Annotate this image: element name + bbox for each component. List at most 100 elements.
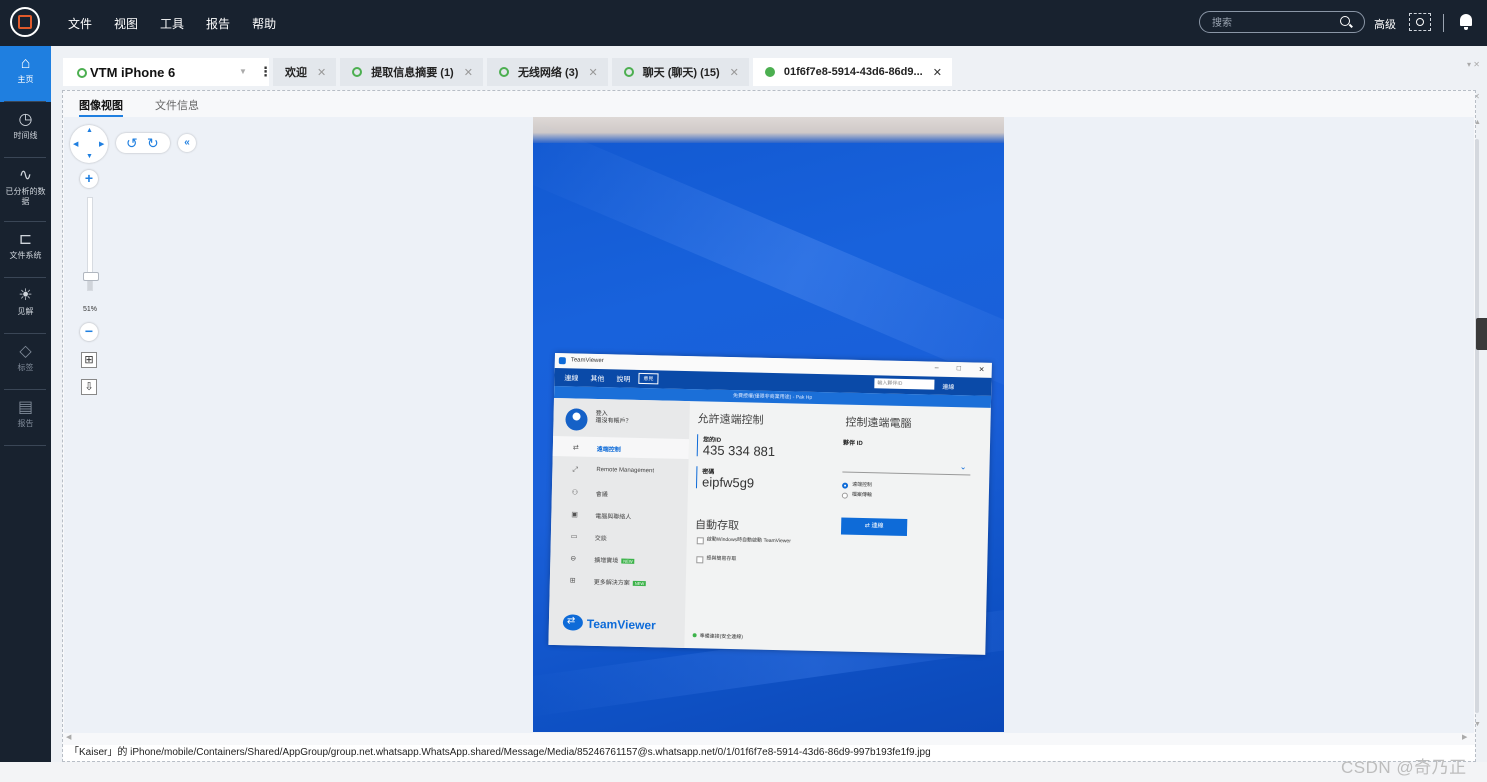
- scroll-right-icon[interactable]: ▶: [1462, 733, 1467, 741]
- vertical-scrollbar[interactable]: ▲ ▼: [1474, 119, 1481, 735]
- tv-nav-item: 遠端控制: [596, 446, 621, 454]
- scroll-left-icon[interactable]: ◀: [66, 733, 71, 741]
- zoom-slider-handle[interactable]: [83, 272, 99, 281]
- tv-title: TeamViewer: [570, 357, 604, 365]
- close-icon[interactable]: ✕: [933, 66, 942, 79]
- tv-radio-on: [841, 482, 849, 489]
- app-logo-icon[interactable]: [10, 7, 40, 37]
- search-icon[interactable]: [1340, 16, 1350, 26]
- tab-image-view[interactable]: 图像视图: [79, 95, 123, 118]
- tv-nav-item: 擴增實境 NEW: [594, 555, 635, 565]
- footer: [0, 762, 1487, 782]
- image-panel: 图像视图 文件信息 ▲ ▼ ◀ ▶ ↺ ↻ « + 51% − ⊞ ⇩ Team…: [62, 90, 1481, 762]
- tv-nav: 登入 還沒有帳戶？ ⇄ 遠端控制 ⤢ Remote Management ⚇ 會…: [548, 397, 690, 649]
- image-viewer[interactable]: ▲ ▼ ◀ ▶ ↺ ↻ « + 51% − ⊞ ⇩ TeamViewer – □…: [64, 117, 1481, 741]
- tab-image-file[interactable]: 01f6f7e8-5914-43d6-86d9... ✕: [752, 58, 952, 86]
- menu-help[interactable]: 帮助: [252, 15, 276, 32]
- clock-icon: ◷: [18, 111, 33, 128]
- watermark: CSDN @奇乃正: [1341, 758, 1467, 777]
- sidebar-item-timeline[interactable]: ◷ 时间线: [0, 102, 51, 158]
- advanced-search-link[interactable]: 高级: [1374, 16, 1396, 32]
- divider: [1443, 14, 1444, 32]
- horizontal-scrollbar[interactable]: ◀ ▶: [66, 733, 1470, 741]
- tab-extraction-summary[interactable]: 提取信息摘要 (1) ✕: [340, 58, 483, 86]
- pan-right-icon[interactable]: ▶: [99, 140, 104, 148]
- scrollbar-thumb[interactable]: [1475, 139, 1479, 713]
- tab-welcome[interactable]: 欢迎 ✕: [273, 58, 337, 86]
- menu-tools[interactable]: 工具: [160, 15, 184, 32]
- tab-file-info[interactable]: 文件信息: [155, 95, 199, 117]
- tv-partner-label: 夥伴 ID: [842, 440, 863, 448]
- tv-connect-button: ⇄ 連線: [840, 517, 908, 537]
- sidebar-item-insights[interactable]: ☀ 见解: [0, 278, 51, 334]
- menu-report[interactable]: 报告: [206, 15, 230, 32]
- pan-left-icon[interactable]: ◀: [73, 140, 78, 148]
- sidebar: ⌂ 主页 ◷ 时间线 ∿ 已分析的数据 ⊏ 文件系统 ☀ 见解 ◇ 标签 ▤ 报…: [0, 46, 51, 782]
- close-icon[interactable]: ✕: [588, 66, 597, 79]
- search-input[interactable]: [1210, 14, 1334, 32]
- tv-feedback: 意見: [638, 372, 659, 385]
- tv-nav-item: 交談: [594, 535, 607, 543]
- close-icon[interactable]: ✕: [464, 66, 473, 79]
- close-icon[interactable]: ✕: [317, 66, 326, 79]
- main-menu: 文件 视图 工具 报告 帮助: [68, 0, 298, 46]
- screenshot-icon[interactable]: [1409, 13, 1431, 31]
- rotate-right-icon[interactable]: ↻: [147, 133, 159, 153]
- rotate-control: ↺ ↻: [116, 133, 170, 153]
- scroll-up-icon[interactable]: ▲: [1474, 119, 1481, 126]
- side-panel-handle[interactable]: [1476, 318, 1487, 350]
- tv-nav-item-label: 擴增實境: [594, 557, 619, 565]
- device-selector[interactable]: VTM iPhone 6 ▼ ⋮: [63, 58, 272, 86]
- download-icon[interactable]: ⇩: [81, 379, 97, 395]
- status-dot: [352, 67, 363, 77]
- zoom-slider[interactable]: [83, 197, 99, 291]
- pan-up-icon[interactable]: ▲: [86, 127, 93, 134]
- photo-wall: [533, 117, 1004, 143]
- tab-label: 提取信息摘要 (1): [371, 67, 454, 79]
- file-path: 「Kaiser」的 iPhone/mobile/Containers/Share…: [63, 745, 1475, 761]
- zoom-in-button[interactable]: +: [80, 170, 98, 188]
- tv-nav-item: 更多解決方案 NEW: [594, 577, 647, 587]
- avatar-icon: [565, 408, 588, 431]
- tv-connect-label: 連線: [871, 523, 884, 530]
- sidebar-item-label: 已分析的数据: [5, 187, 46, 206]
- tab-wireless-networks[interactable]: 无线网络 (3) ✕: [486, 58, 608, 86]
- sidebar-item-file-system[interactable]: ⊏ 文件系统: [0, 222, 51, 278]
- tv-accent-bar: [695, 466, 698, 489]
- sidebar-item-home[interactable]: ⌂ 主页: [0, 46, 51, 102]
- rotate-left-icon[interactable]: ↺: [126, 133, 138, 153]
- tv-id-box: 輸入夥伴ID: [874, 378, 935, 390]
- fit-to-screen-icon[interactable]: ⊞: [81, 352, 97, 368]
- swap-icon: ⇄: [572, 444, 579, 452]
- menu-view[interactable]: 视图: [114, 15, 138, 32]
- bell-icon[interactable]: [1460, 14, 1472, 30]
- tv-login: 登入 還沒有帳戶？: [595, 411, 631, 426]
- sidebar-item-report[interactable]: ▤ 报告: [0, 390, 51, 446]
- menu-file[interactable]: 文件: [68, 15, 92, 32]
- close-icon[interactable]: ✕: [730, 66, 739, 79]
- tv-menu-item: 說明: [616, 376, 631, 384]
- sidebar-item-tags[interactable]: ◇ 标签: [0, 334, 51, 390]
- new-badge: NEW: [632, 580, 647, 587]
- sidebar-item-analyzed-data[interactable]: ∿ 已分析的数据: [0, 158, 51, 222]
- home-icon: ⌂: [20, 55, 31, 72]
- tv-radio-off: [841, 492, 848, 499]
- zoom-out-button[interactable]: −: [80, 323, 98, 341]
- tv-checkbox: [696, 556, 704, 564]
- chevron-down-icon: ⌄: [959, 462, 967, 472]
- chevron-down-icon[interactable]: ▼: [239, 67, 247, 76]
- tv-connect-small: 連線: [942, 384, 955, 392]
- tv-control-heading: 控制遠端電腦: [845, 416, 912, 431]
- pan-down-icon[interactable]: ▼: [86, 153, 93, 160]
- pan-control[interactable]: ▲ ▼ ◀ ▶: [70, 125, 108, 163]
- more-options-icon[interactable]: ⋮: [259, 64, 272, 80]
- collapse-icon[interactable]: «: [178, 134, 196, 152]
- status-dot: [764, 67, 775, 77]
- close-icon: ✕: [978, 366, 985, 374]
- tv-nav-item: Remote Management: [596, 466, 655, 475]
- status-dot: [498, 67, 509, 77]
- glasses-icon: ⊖: [570, 555, 577, 563]
- scroll-down-icon[interactable]: ▼: [1474, 721, 1481, 728]
- tab-chats[interactable]: 聊天 (聊天) (15) ✕: [611, 58, 749, 86]
- window-controls[interactable]: ▾ ✕: [1467, 60, 1480, 69]
